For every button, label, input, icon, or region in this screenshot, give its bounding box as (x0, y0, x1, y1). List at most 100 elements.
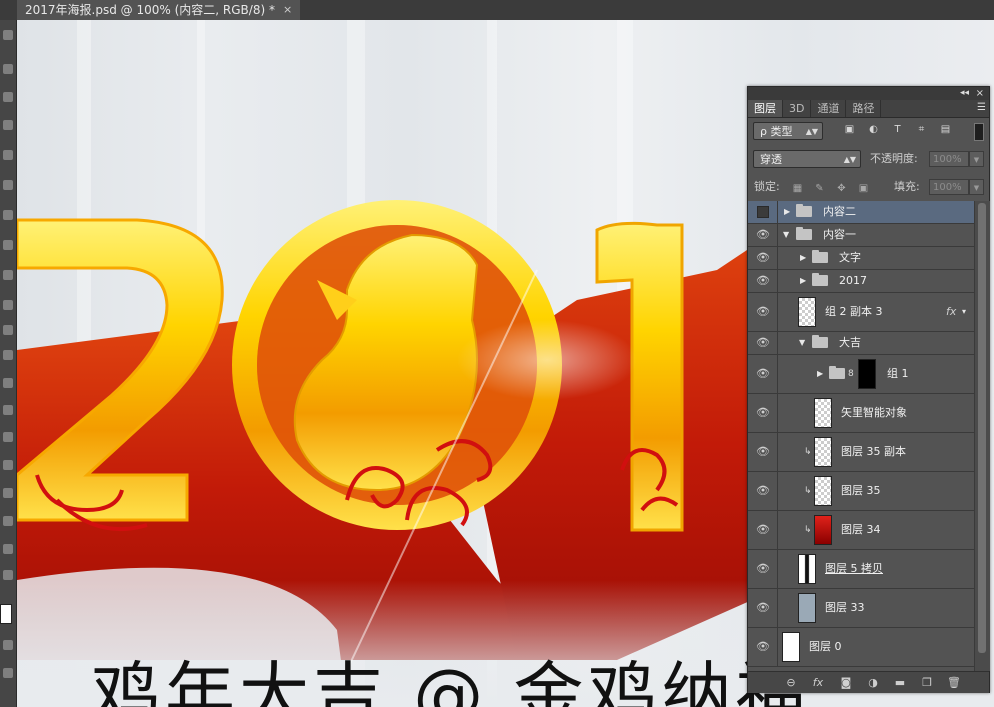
layer-row-35[interactable]: 👁 ↳ 图层 35 (748, 472, 974, 511)
visibility-toggle[interactable]: 👁 (748, 628, 778, 666)
document-tab[interactable]: 2017年海报.psd @ 100% (内容二, RGB/8) * × (17, 0, 301, 20)
swap-colors-icon[interactable] (3, 570, 13, 580)
expand-triangle-icon[interactable]: ▶ (800, 252, 806, 264)
lasso-tool-icon[interactable] (3, 92, 13, 102)
shape-filter-icon[interactable]: ⌗ (916, 124, 927, 135)
adjustment-icon[interactable]: ◑ (866, 676, 880, 689)
eye-icon: 👁 (756, 406, 770, 419)
collapse-panel-icon[interactable]: ◂◂ (960, 87, 969, 100)
tab-channels[interactable]: 通道 (811, 100, 847, 117)
expand-triangle-icon[interactable]: ▶ (817, 368, 823, 380)
smart-object-filter-icon[interactable]: ▤ (940, 124, 951, 135)
layer-row-group1[interactable]: 👁 ▶ 8 组 1 (748, 355, 974, 394)
fill-input[interactable]: 100% (929, 179, 969, 195)
stamp-tool-icon[interactable] (3, 270, 13, 280)
lock-brush-icon[interactable]: ✎ (814, 183, 825, 194)
layer-row-0[interactable]: 👁 图层 0 (748, 628, 974, 667)
link-icon[interactable]: ⊖ (784, 676, 798, 689)
crop-tool-icon[interactable] (3, 150, 13, 160)
filter-toggle-switch[interactable] (974, 123, 984, 141)
layer-row-content-1[interactable]: 👁 ▼ 内容一 (748, 224, 974, 247)
hand-tool-icon[interactable] (3, 516, 13, 526)
layer-name: 图层 35 (841, 484, 881, 497)
blend-mode-dropdown[interactable]: 穿透 ▲▼ (753, 150, 861, 168)
layer-row-33[interactable]: 👁 图层 33 (748, 589, 974, 628)
filter-type-dropdown[interactable]: ρ 类型 ▲▼ (753, 122, 823, 140)
new-layer-icon[interactable]: ❐ (920, 676, 934, 689)
visibility-toggle[interactable]: 👁 (748, 589, 778, 627)
pixel-filter-icon[interactable]: ▣ (844, 124, 855, 135)
visibility-toggle[interactable]: 👁 (748, 332, 778, 354)
panel-menu-icon[interactable]: ☰ (977, 102, 986, 113)
quick-select-tool-icon[interactable] (3, 120, 13, 130)
brush-tool-icon[interactable] (3, 240, 13, 250)
layer-row-text-group[interactable]: 👁 ▶ 文字 (748, 247, 974, 270)
marquee-tool-icon[interactable] (3, 64, 13, 74)
layer-row-content-2[interactable]: ▶ 内容二 (748, 201, 974, 224)
collapse-triangle-icon[interactable]: ▼ (783, 229, 789, 241)
visibility-toggle[interactable]: 👁 (748, 433, 778, 471)
layer-row-daji-group[interactable]: 👁 ▼ 大吉 (748, 332, 974, 355)
folder-icon[interactable]: ▬ (893, 676, 907, 689)
fx-badge-icon[interactable]: fx (946, 305, 956, 319)
opacity-input[interactable]: 100% (929, 151, 969, 167)
expand-effects-icon[interactable]: ▾ (962, 306, 966, 318)
eraser-tool-icon[interactable] (3, 325, 13, 335)
expand-triangle-icon[interactable]: ▶ (800, 275, 806, 287)
clipping-arrow-icon: ↳ (804, 447, 812, 457)
screen-mode-icon[interactable] (3, 668, 13, 678)
tab-3d[interactable]: 3D (783, 100, 812, 117)
opacity-slider-button[interactable]: ▼ (969, 151, 984, 167)
visibility-toggle[interactable]: 👁 (748, 511, 778, 549)
visibility-toggle[interactable]: 👁 (748, 293, 778, 331)
mask-thumbnail[interactable] (858, 359, 876, 389)
close-panel-icon[interactable]: × (976, 87, 984, 100)
visibility-toggle[interactable]: 👁 (748, 270, 778, 292)
foreground-color-swatch[interactable] (0, 604, 12, 624)
history-brush-tool-icon[interactable] (3, 300, 13, 310)
visibility-toggle[interactable]: 👁 (748, 355, 778, 393)
fx-icon[interactable]: fx (811, 676, 825, 689)
layer-row-2017-group[interactable]: 👁 ▶ 2017 (748, 270, 974, 293)
collapse-triangle-icon[interactable]: ▼ (799, 337, 805, 349)
chain-link-icon[interactable]: 8 (848, 368, 854, 380)
shape-tool-icon[interactable] (3, 488, 13, 498)
close-icon[interactable]: × (283, 0, 292, 20)
lock-all-icon[interactable]: ▣ (858, 183, 869, 194)
visibility-toggle[interactable] (748, 201, 778, 223)
adjustment-filter-icon[interactable]: ◐ (868, 124, 879, 135)
layers-panel: ◂◂ × 图层 3D 通道 路径 ☰ ρ 类型 ▲▼ ▣ ◐ T ⌗ ▤ 穿透 … (747, 86, 990, 693)
healing-tool-icon[interactable] (3, 210, 13, 220)
zoom-tool-icon[interactable] (3, 544, 13, 554)
lock-position-icon[interactable]: ✥ (836, 183, 847, 194)
trash-icon[interactable]: 🗑 (947, 676, 961, 689)
move-tool-icon[interactable] (3, 30, 13, 40)
layer-row-group2-copy3[interactable]: 👁 组 2 副本 3 fx ▾ (748, 293, 974, 332)
layer-row-35-copy[interactable]: 👁 ↳ 图层 35 副本 (748, 433, 974, 472)
visibility-toggle[interactable]: 👁 (748, 550, 778, 588)
layer-row-smart-object[interactable]: 👁 矢里智能对象 (748, 394, 974, 433)
opacity-label: 不透明度: (870, 152, 918, 165)
visibility-toggle[interactable]: 👁 (748, 472, 778, 510)
lock-transparent-icon[interactable]: ▦ (792, 183, 803, 194)
pen-tool-icon[interactable] (3, 405, 13, 415)
dodge-tool-icon[interactable] (3, 378, 13, 388)
layer-row-5-copy[interactable]: 👁 图层 5 拷贝 (748, 550, 974, 589)
fill-slider-button[interactable]: ▼ (969, 179, 984, 195)
visibility-toggle[interactable]: 👁 (748, 394, 778, 432)
expand-triangle-icon[interactable]: ▶ (784, 206, 790, 218)
visibility-toggle[interactable]: 👁 (748, 224, 778, 246)
tab-layers[interactable]: 图层 (748, 100, 783, 117)
layer-row-34[interactable]: 👁 ↳ 图层 34 (748, 511, 974, 550)
type-filter-icon[interactable]: T (892, 124, 903, 135)
scrollbar-thumb[interactable] (978, 203, 986, 653)
eyedropper-tool-icon[interactable] (3, 180, 13, 190)
visibility-toggle[interactable]: 👁 (748, 247, 778, 269)
type-tool-icon[interactable] (3, 432, 13, 442)
mask-icon[interactable]: ◙ (839, 676, 853, 689)
gradient-tool-icon[interactable] (3, 350, 13, 360)
layers-scrollbar[interactable] (974, 201, 990, 671)
quick-mask-icon[interactable] (3, 640, 13, 650)
tab-paths[interactable]: 路径 (846, 100, 882, 117)
path-select-tool-icon[interactable] (3, 460, 13, 470)
